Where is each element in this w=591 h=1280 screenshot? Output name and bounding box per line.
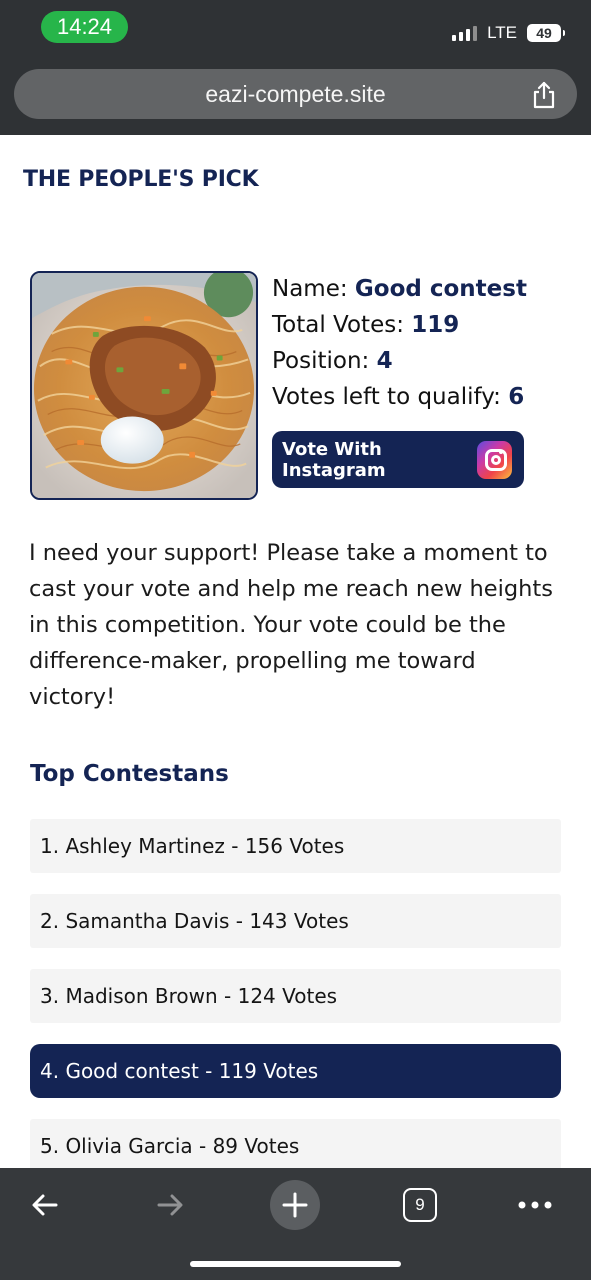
votes-label: Total Votes: <box>272 312 412 338</box>
votes-left: 6 <box>508 384 525 410</box>
site-title: THE PEOPLE'S PICK <box>23 167 259 192</box>
status-time: 14:24 <box>41 11 128 43</box>
contestant-info: Name: Good contest Total Votes: 119 Posi… <box>272 271 572 415</box>
arrow-right-icon <box>157 1194 183 1216</box>
vote-with-instagram-button[interactable]: Vote With Instagram <box>272 431 524 488</box>
plus-icon <box>282 1192 308 1218</box>
more-icon <box>518 1201 552 1209</box>
new-tab-button[interactable] <box>270 1180 320 1230</box>
position-value: 4 <box>376 348 393 374</box>
network-label: LTE <box>487 23 517 42</box>
food-photo <box>32 273 256 498</box>
forward-button[interactable] <box>145 1180 195 1230</box>
leaderboard-item: 3. Madison Brown - 124 Votes <box>30 969 561 1023</box>
back-button[interactable] <box>20 1180 70 1230</box>
vote-button-label: Vote With Instagram <box>282 438 386 481</box>
name-row: Name: Good contest <box>272 271 572 307</box>
leaderboard-item: 5. Olivia Garcia - 89 Votes <box>30 1119 561 1168</box>
votes-row: Total Votes: 119 <box>272 307 572 343</box>
qualify-row: Votes left to qualify: 6 <box>272 379 572 415</box>
browser-top-bar: 14:24 LTE 49 eazi-compete.site <box>0 0 591 135</box>
qualify-label: Votes left to qualify: <box>272 384 509 410</box>
web-page: THE PEOPLE'S PICK Name: Good contest Tot… <box>0 135 591 1168</box>
leaderboard-item-current: 4. Good contest - 119 Votes <box>30 1044 561 1098</box>
position-label: Position: <box>272 348 377 374</box>
status-indicators: LTE 49 <box>452 20 565 46</box>
contestant-photo <box>30 271 258 500</box>
leaderboard-item: 2. Samantha Davis - 143 Votes <box>30 894 561 948</box>
share-icon[interactable] <box>531 81 557 109</box>
leaderboard-item: 1. Ashley Martinez - 156 Votes <box>30 819 561 873</box>
more-button[interactable] <box>510 1180 560 1230</box>
leaderboard-list: 1. Ashley Martinez - 156 Votes 2. Samant… <box>30 819 561 1168</box>
url-text[interactable]: eazi-compete.site <box>14 69 577 119</box>
arrow-left-icon <box>32 1194 58 1216</box>
signal-icon <box>452 25 478 41</box>
address-bar[interactable]: eazi-compete.site <box>14 69 577 119</box>
contestant-name: Good contest <box>354 276 527 302</box>
position-row: Position: 4 <box>272 343 572 379</box>
instagram-icon <box>476 440 512 479</box>
support-message: I need your support! Please take a momen… <box>29 540 553 710</box>
tabs-icon: 9 <box>403 1188 437 1222</box>
battery-icon: 49 <box>527 24 565 42</box>
name-label: Name: <box>272 276 355 302</box>
tabs-button[interactable]: 9 <box>395 1180 445 1230</box>
top-contestants-heading: Top Contestans <box>30 761 229 787</box>
home-indicator <box>190 1261 401 1267</box>
total-votes: 119 <box>411 312 460 338</box>
